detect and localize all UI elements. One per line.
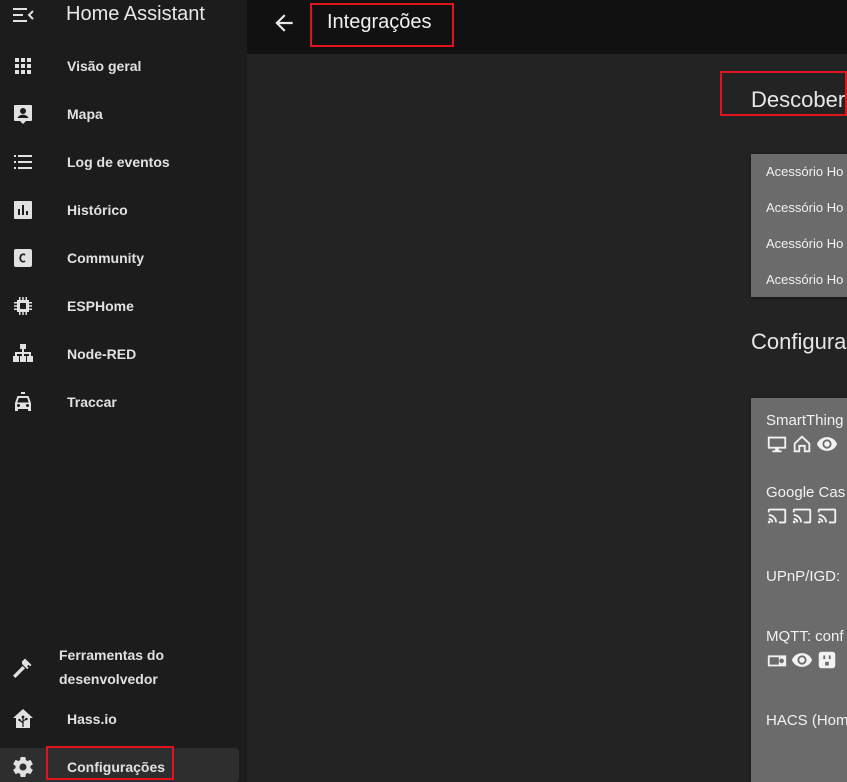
configured-item-title: Google Cas bbox=[766, 484, 846, 501]
sidebar-item-label: Traccar bbox=[67, 394, 117, 410]
car-icon bbox=[11, 390, 35, 414]
discovered-item[interactable]: Acessório Ho bbox=[766, 164, 843, 179]
cast-icon[interactable] bbox=[766, 505, 788, 527]
discovered-item[interactable]: Acessório Ho bbox=[766, 200, 843, 215]
home-assistant-icon bbox=[11, 707, 35, 731]
discovered-card: Acessório Ho Acessório Ho Acessório Ho A… bbox=[751, 154, 847, 297]
app-title: Home Assistant bbox=[66, 3, 205, 25]
sidebar-item-mapa[interactable]: Mapa bbox=[0, 94, 247, 134]
sidebar-item-traccar[interactable]: Traccar bbox=[0, 382, 247, 422]
monitor-icon[interactable] bbox=[766, 433, 788, 455]
sidebar-item-label: Histórico bbox=[67, 202, 128, 218]
sitemap-icon bbox=[11, 342, 35, 366]
configured-item-hacs[interactable]: HACS (Hom bbox=[766, 712, 847, 729]
map-account-icon bbox=[11, 102, 35, 126]
discovered-section-title: Descober bbox=[751, 87, 846, 112]
top-app-bar: Integrações bbox=[247, 0, 847, 54]
sidebar-item-ferramentas-do-desenvolvedor[interactable]: Ferramentas do desenvolvedor bbox=[0, 643, 247, 693]
cast-icon[interactable] bbox=[791, 505, 813, 527]
sidebar-item-label: Log de eventos bbox=[67, 154, 170, 170]
discovered-item[interactable]: Acessório Ho bbox=[766, 272, 843, 287]
configured-section-title: Configura bbox=[751, 329, 847, 354]
chip-icon bbox=[11, 294, 35, 318]
integrations-content: Descober Acessório Ho Acessório Ho Acess… bbox=[247, 54, 847, 782]
grid-icon bbox=[11, 54, 35, 78]
configured-item-smartthings[interactable]: SmartThing bbox=[766, 412, 847, 455]
eye-icon[interactable] bbox=[816, 433, 838, 455]
discovered-item[interactable]: Acessório Ho bbox=[766, 236, 843, 251]
configured-item-title: MQTT: conf bbox=[766, 628, 844, 645]
sidebar-item-hass-io[interactable]: Hass.io bbox=[0, 699, 247, 739]
entity-icons bbox=[766, 505, 847, 527]
sidebar-item-label: ESPHome bbox=[67, 298, 134, 314]
sidebar-item-community[interactable]: Community bbox=[0, 238, 247, 278]
sidebar-item-node-red[interactable]: Node-RED bbox=[0, 334, 247, 374]
chart-box-icon bbox=[11, 198, 35, 222]
sidebar-item-label: Configurações bbox=[67, 759, 166, 775]
configured-item-mqtt[interactable]: MQTT: conf bbox=[766, 628, 847, 671]
menu-open-icon[interactable] bbox=[11, 4, 37, 26]
configured-card: SmartThing Google Cas UPnP/IGD: MQTT: co… bbox=[751, 398, 847, 782]
configured-item-title: HACS (Hom bbox=[766, 712, 847, 729]
sidebar-item-label: Ferramentas do desenvolvedor bbox=[59, 647, 165, 687]
configured-item-title: UPnP/IGD: bbox=[766, 568, 841, 585]
sidebar-item-label: Hass.io bbox=[67, 711, 117, 727]
sidebar-header: Home Assistant bbox=[0, 0, 247, 38]
sidebar: Home Assistant Visão geral Mapa Log de e… bbox=[0, 0, 247, 782]
sidebar-item-historico[interactable]: Histórico bbox=[0, 190, 247, 230]
entity-icons bbox=[766, 433, 847, 455]
gear-icon bbox=[11, 755, 35, 779]
sidebar-item-label: Node-RED bbox=[67, 346, 137, 362]
format-list-bulleted-icon bbox=[11, 150, 35, 174]
home-outline-icon[interactable] bbox=[791, 433, 813, 455]
configured-item-title: SmartThing bbox=[766, 412, 844, 429]
sidebar-item-visao-geral[interactable]: Visão geral bbox=[0, 46, 247, 86]
sidebar-item-log-de-eventos[interactable]: Log de eventos bbox=[0, 142, 247, 182]
sidebar-item-label: Visão geral bbox=[67, 58, 142, 74]
sidebar-item-esphome[interactable]: ESPHome bbox=[0, 286, 247, 326]
radio-device-icon[interactable] bbox=[766, 649, 788, 671]
power-socket-icon[interactable] bbox=[816, 649, 838, 671]
page-title: Integrações bbox=[327, 11, 432, 33]
sidebar-item-configuracoes[interactable]: Configurações bbox=[0, 748, 239, 782]
configured-item-upnp-igd[interactable]: UPnP/IGD: bbox=[766, 568, 847, 585]
community-c-icon bbox=[11, 246, 35, 270]
sidebar-item-label: Mapa bbox=[67, 106, 103, 122]
sidebar-item-label: Community bbox=[67, 250, 144, 266]
cast-icon[interactable] bbox=[816, 505, 838, 527]
entity-icons bbox=[766, 649, 847, 671]
arrow-left-icon[interactable] bbox=[271, 10, 297, 36]
eye-icon[interactable] bbox=[791, 649, 813, 671]
configured-item-google-cast[interactable]: Google Cas bbox=[766, 484, 847, 527]
hammer-icon bbox=[11, 656, 35, 680]
